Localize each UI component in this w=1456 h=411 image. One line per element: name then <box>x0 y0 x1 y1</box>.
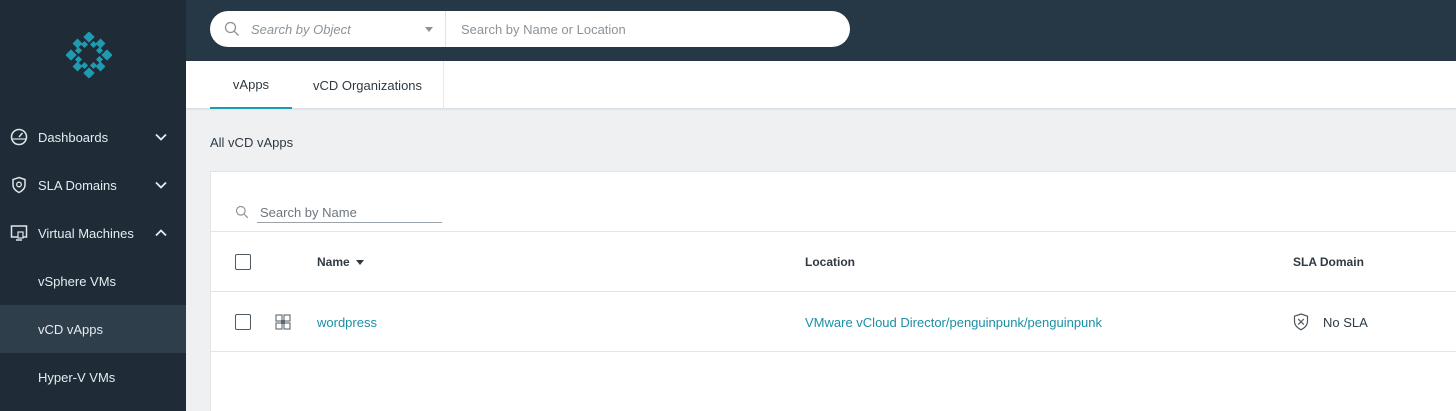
sidebar: Dashboards SLA Domains Virtual Machines … <box>0 0 186 411</box>
column-header-name[interactable]: Name <box>317 255 364 269</box>
vapp-location-link[interactable]: VMware vCloud Director/penguinpunk/pengu… <box>805 315 1102 330</box>
column-header-label: SLA Domain <box>1293 255 1364 269</box>
sidebar-subitem-label: vCD vApps <box>38 321 104 337</box>
vapps-table-card: Name Location SLA Domain wordpress VMwar… <box>210 171 1456 411</box>
rubrik-logo[interactable] <box>66 32 112 78</box>
vapp-name-link[interactable]: wordpress <box>317 315 377 330</box>
tab-vapps[interactable]: vApps <box>210 61 292 109</box>
caret-down-icon[interactable] <box>425 27 433 32</box>
sidebar-subitem-vcd-vapps[interactable]: vCD vApps <box>0 305 186 353</box>
vm-monitor-icon <box>10 225 28 241</box>
row-checkbox[interactable] <box>235 314 251 330</box>
no-sla-shield-icon <box>1293 313 1309 331</box>
sidebar-item-label: Dashboards <box>38 129 109 145</box>
select-all-checkbox[interactable] <box>235 254 251 270</box>
global-search: Search by Object Search by Name or Locat… <box>210 11 850 47</box>
top-bar: Search by Object Search by Name or Locat… <box>186 0 1456 61</box>
column-header-location[interactable]: Location <box>805 255 855 269</box>
tab-vcd-organizations[interactable]: vCD Organizations <box>292 61 443 109</box>
tab-label: vApps <box>232 76 270 92</box>
divider <box>211 351 1456 352</box>
divider <box>211 291 1456 292</box>
sort-desc-icon[interactable] <box>355 260 364 266</box>
chevron-down-icon[interactable] <box>154 130 168 144</box>
divider <box>211 231 1456 232</box>
tab-bar: vApps vCD Organizations <box>186 61 1456 109</box>
search-icon <box>224 21 239 36</box>
sidebar-item-dashboards[interactable]: Dashboards <box>0 113 186 161</box>
sla-domain-value: No SLA <box>1323 315 1368 330</box>
name-location-search-input[interactable]: Search by Name or Location <box>461 22 626 37</box>
object-search-dropdown[interactable]: Search by Object <box>210 11 446 47</box>
column-header-label: Name <box>317 255 350 269</box>
sidebar-item-sla-domains[interactable]: SLA Domains <box>0 161 186 209</box>
sidebar-subitem-label: vSphere VMs <box>38 273 117 289</box>
tab-label: vCD Organizations <box>312 77 423 93</box>
column-header-sla-domain[interactable]: SLA Domain <box>1293 255 1364 269</box>
sidebar-subitem-label: Hyper-V VMs <box>38 369 116 385</box>
sidebar-subitem-hyper-v-vms[interactable]: Hyper-V VMs <box>0 353 186 401</box>
chevron-up-icon[interactable] <box>154 226 168 240</box>
tab-divider <box>443 61 444 109</box>
sidebar-item-label: SLA Domains <box>38 177 117 193</box>
shield-icon <box>12 176 26 194</box>
vapp-grid-icon <box>275 314 291 330</box>
search-icon <box>235 205 249 219</box>
section-title: All vCD vApps <box>210 135 294 150</box>
chevron-down-icon[interactable] <box>154 178 168 192</box>
sidebar-item-virtual-machines[interactable]: Virtual Machines <box>0 209 186 257</box>
object-search-placeholder: Search by Object <box>251 22 351 37</box>
search-by-name-input[interactable] <box>257 203 442 223</box>
sidebar-subitem-vsphere-vms[interactable]: vSphere VMs <box>0 257 186 305</box>
column-header-label: Location <box>805 255 855 269</box>
table-search <box>235 203 442 223</box>
dashboard-gauge-icon <box>10 128 28 146</box>
sidebar-item-label: Virtual Machines <box>38 225 134 241</box>
